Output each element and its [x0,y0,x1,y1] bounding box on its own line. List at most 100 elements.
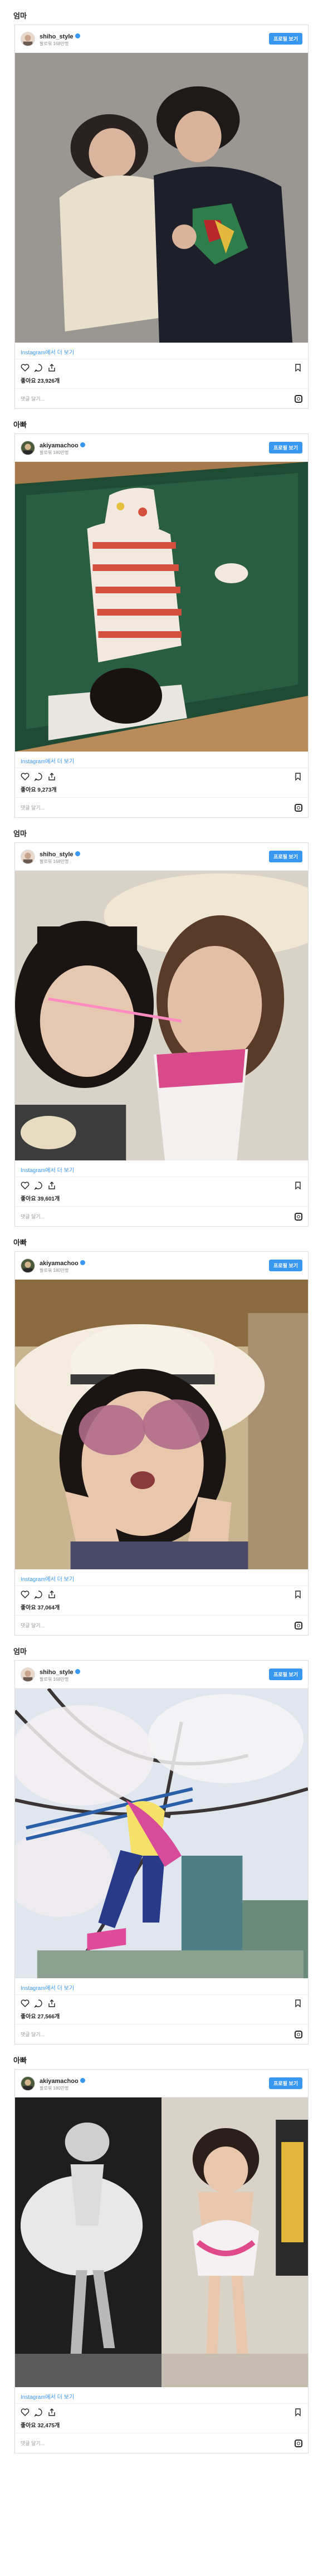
comment-bar: 댓글 달기... [15,2433,308,2453]
avatar[interactable] [21,1667,35,1682]
comment-icon[interactable] [34,363,43,372]
instagram-more-link[interactable]: Instagram에서 더 보기 [15,1160,308,1177]
follower-count: 팔로워 180만명 [40,1268,69,1274]
share-icon[interactable] [47,1181,56,1190]
view-profile-button[interactable]: 프로필 보기 [269,1668,302,1680]
post-photo[interactable] [15,1280,308,1569]
post-header: shiho_style 팔로워 168만명 프로필 보기 [15,25,308,53]
like-count: 좋아요 37,064개 [21,1605,60,1611]
view-profile-button[interactable]: 프로필 보기 [269,33,302,45]
follower-count: 팔로워 168만명 [40,859,69,865]
section-label: 아빠 [13,1238,27,1247]
instagram-icon[interactable] [295,394,302,403]
share-icon[interactable] [47,363,56,372]
bookmark-icon[interactable] [293,1590,302,1599]
post-header: akiyamachoo 팔로워 180만명 프로필 보기 [15,1252,308,1280]
instagram-icon[interactable] [295,1212,302,1221]
verified-icon [80,442,85,447]
comment-icon[interactable] [34,2408,43,2417]
heart-icon[interactable] [21,1181,30,1190]
section-label: 엄마 [13,12,27,20]
heart-icon[interactable] [21,363,30,372]
instagram-more-link[interactable]: Instagram에서 더 보기 [15,752,308,768]
share-icon[interactable] [47,1590,56,1599]
username[interactable]: shiho_style [40,851,74,858]
avatar[interactable] [21,1258,35,1273]
bookmark-icon[interactable] [293,772,302,781]
post-photo[interactable] [15,2097,308,2387]
view-profile-button[interactable]: 프로필 보기 [269,851,302,862]
post-photo[interactable] [15,871,308,1160]
instagram-embed: akiyamachoo 팔로워 180만명 프로필 보기 Instagram에서… [14,2069,309,2453]
heart-icon[interactable] [21,2408,30,2417]
like-count: 좋아요 27,566개 [21,2014,60,2020]
comment-input[interactable]: 댓글 달기... [21,2031,295,2038]
comment-icon[interactable] [34,1590,43,1599]
section-label: 엄마 [13,1647,27,1656]
section-label: 아빠 [13,421,27,429]
share-icon[interactable] [47,772,56,781]
username[interactable]: shiho_style [40,33,74,40]
bookmark-icon[interactable] [293,1181,302,1190]
bookmark-icon[interactable] [293,1999,302,2008]
avatar[interactable] [21,2076,35,2091]
comment-input[interactable]: 댓글 달기... [21,1213,295,1220]
like-count: 좋아요 23,926개 [21,378,60,384]
post-photo[interactable] [15,462,308,752]
like-count: 좋아요 39,601개 [21,1196,60,1202]
post-header: shiho_style 팔로워 168만명 프로필 보기 [15,1661,308,1689]
instagram-icon[interactable] [295,2439,302,2447]
instagram-more-link[interactable]: Instagram에서 더 보기 [15,2387,308,2404]
like-count: 좋아요 9,273개 [21,787,57,793]
comment-input[interactable]: 댓글 달기... [21,2440,295,2447]
comment-bar: 댓글 달기... [15,797,308,817]
bookmark-icon[interactable] [293,363,302,372]
section-label: 엄마 [13,830,27,838]
instagram-embed: shiho_style 팔로워 168만명 프로필 보기 Instagram에서… [14,1660,309,2045]
follower-count: 팔로워 168만명 [40,1677,69,1682]
view-profile-button[interactable]: 프로필 보기 [269,442,302,453]
instagram-embed: shiho_style 팔로워 168만명 프로필 보기 Instagram에서… [14,842,309,1227]
action-bar [15,359,308,376]
comment-input[interactable]: 댓글 달기... [21,395,295,402]
instagram-embed: shiho_style 팔로워 168만명 프로필 보기 Instagram에서… [14,25,309,409]
avatar[interactable] [21,440,35,455]
action-bar [15,2404,308,2421]
instagram-embed: akiyamachoo 팔로워 180만명 프로필 보기 Instagram에서… [14,433,309,818]
instagram-icon[interactable] [295,803,302,812]
share-icon[interactable] [47,1999,56,2008]
post-header: akiyamachoo 팔로워 180만명 프로필 보기 [15,434,308,462]
follower-count: 팔로워 180만명 [40,450,69,456]
heart-icon[interactable] [21,1999,30,2008]
comment-input[interactable]: 댓글 달기... [21,804,295,811]
like-count: 좋아요 32,475개 [21,2423,60,2429]
avatar[interactable] [21,849,35,864]
verified-icon [80,1260,85,1265]
verified-icon [75,1668,80,1674]
username[interactable]: akiyamachoo [40,2078,79,2085]
bookmark-icon[interactable] [293,2408,302,2417]
username[interactable]: shiho_style [40,1669,74,1676]
username[interactable]: akiyamachoo [40,442,79,449]
verified-icon [80,2077,85,2083]
view-profile-button[interactable]: 프로필 보기 [269,1260,302,1271]
username[interactable]: akiyamachoo [40,1260,79,1267]
instagram-more-link[interactable]: Instagram에서 더 보기 [15,1569,308,1586]
instagram-more-link[interactable]: Instagram에서 더 보기 [15,343,308,359]
comment-input[interactable]: 댓글 달기... [21,1622,295,1629]
comment-icon[interactable] [34,1999,43,2008]
comment-bar: 댓글 달기... [15,1615,308,1635]
view-profile-button[interactable]: 프로필 보기 [269,2077,302,2089]
comment-icon[interactable] [34,772,43,781]
instagram-more-link[interactable]: Instagram에서 더 보기 [15,1978,308,1995]
share-icon[interactable] [47,2408,56,2417]
avatar[interactable] [21,31,35,46]
heart-icon[interactable] [21,772,30,781]
post-header: shiho_style 팔로워 168만명 프로필 보기 [15,843,308,871]
heart-icon[interactable] [21,1590,30,1599]
instagram-icon[interactable] [295,2030,302,2038]
instagram-icon[interactable] [295,1621,302,1629]
post-photo[interactable] [15,53,308,343]
comment-icon[interactable] [34,1181,43,1190]
post-photo[interactable] [15,1689,308,1978]
